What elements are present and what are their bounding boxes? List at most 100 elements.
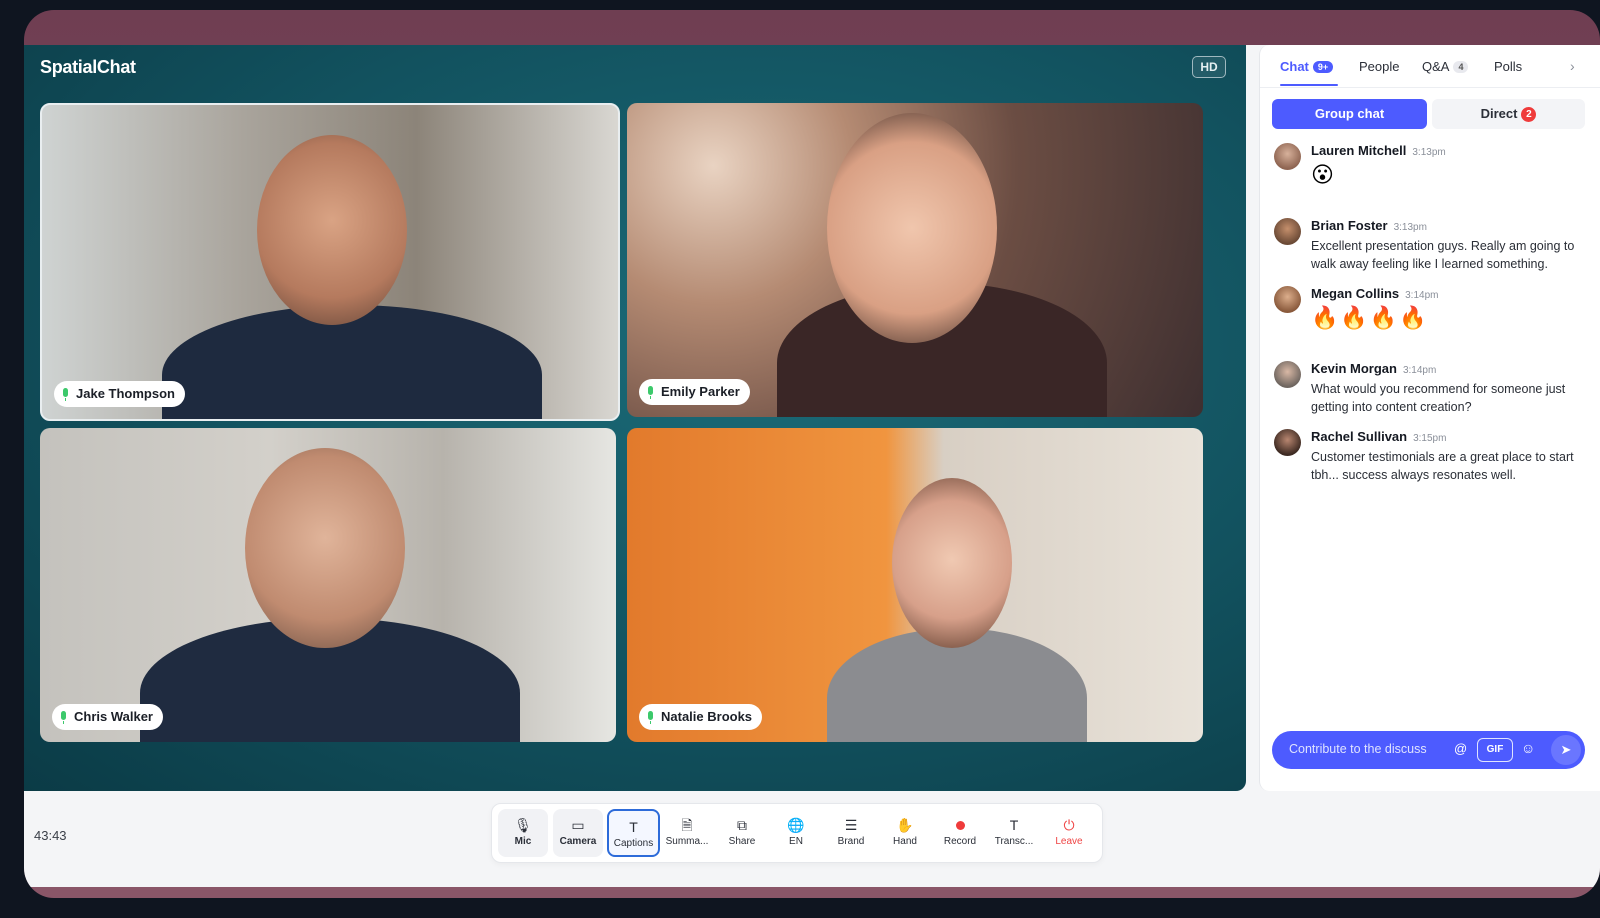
message-author: Megan Collins <box>1311 286 1400 301</box>
call-toolbar: 🎙 Mic ▭ Camera T Captions 🗎 Summa... ⧉ S… <box>491 803 1103 863</box>
message-author-row: Megan Collins 3:14pm <box>1311 286 1438 301</box>
transcript-button[interactable]: T Transc... <box>989 809 1039 857</box>
chat-unread-badge: 9+ <box>1312 61 1334 73</box>
camera-button[interactable]: ▭ Camera <box>553 809 603 857</box>
tab-label: Chat <box>1280 59 1309 74</box>
group-chat-button[interactable]: Group chat <box>1272 99 1427 129</box>
gif-button[interactable]: GIF <box>1477 738 1513 762</box>
tool-label: Captions <box>613 838 654 849</box>
share-button[interactable]: ⧉ Share <box>717 809 767 857</box>
tool-label: Camera <box>559 836 597 847</box>
tool-label: Share <box>728 836 756 847</box>
mic-on-icon <box>648 711 653 724</box>
message-author-row: Lauren Mitchell 3:13pm <box>1311 143 1446 158</box>
raise-hand-button[interactable]: ✋ Hand <box>880 809 930 857</box>
leave-button[interactable]: ⏻ Leave <box>1044 809 1094 857</box>
video-tile-emily[interactable]: Emily Parker <box>627 103 1203 417</box>
record-icon <box>935 817 985 833</box>
tool-label: Record <box>943 836 977 847</box>
avatar[interactable] <box>1274 286 1301 313</box>
call-timer: 43:43 <box>34 828 67 843</box>
emoji-icon[interactable]: ☺ <box>1521 740 1535 756</box>
participant-name-tag: Jake Thompson <box>54 381 185 407</box>
participant-face <box>892 478 1012 648</box>
language-button[interactable]: 🌐 EN <box>771 809 821 857</box>
send-icon[interactable]: ➤ <box>1551 735 1581 765</box>
hd-quality-button[interactable]: HD <box>1192 56 1226 78</box>
summary-button[interactable]: 🗎 Summa... <box>662 809 712 857</box>
message-text: What would you recommend for someone jus… <box>1311 382 1566 414</box>
tool-label: EN <box>789 836 803 847</box>
direct-chat-button[interactable]: Direct 2 <box>1432 99 1585 129</box>
sliders-icon: ☰ <box>844 817 858 833</box>
mic-on-icon <box>63 388 68 401</box>
participant-face <box>827 113 997 343</box>
message-text: Excellent presentation guys. Really am g… <box>1311 239 1575 271</box>
chevron-right-icon[interactable]: › <box>1570 58 1575 74</box>
message-composer[interactable]: Contribute to the discuss @ GIF ☺ ➤ <box>1272 731 1585 769</box>
message-text: Customer testimonials are a great place … <box>1311 450 1574 482</box>
avatar[interactable] <box>1274 429 1301 456</box>
tool-label: Mic <box>514 836 532 847</box>
mic-on-icon <box>61 711 66 724</box>
chat-sidebar: Chat 9+ People Q&A 4 Polls › Group chat Di… <box>1259 45 1600 791</box>
message-author: Kevin Morgan <box>1311 361 1397 376</box>
text-icon: T <box>1009 817 1019 833</box>
participant-name: Chris Walker <box>74 709 153 724</box>
message-emoji: 😮 <box>1311 162 1336 187</box>
tab-polls[interactable]: Polls <box>1494 59 1522 74</box>
sidebar-tabs: Chat 9+ People Q&A 4 Polls › <box>1260 45 1600 88</box>
avatar[interactable] <box>1274 143 1301 170</box>
video-stage: SpatialChat HD Jake Thompson Emily Parke… <box>24 45 1246 791</box>
message-author: Rachel Sullivan <box>1311 429 1408 444</box>
mention-button[interactable]: @ <box>1454 741 1467 756</box>
participant-face <box>257 135 407 325</box>
app-logo: SpatialChat <box>40 57 136 77</box>
participant-name: Natalie Brooks <box>661 709 753 724</box>
avatar[interactable] <box>1274 361 1301 388</box>
message-author: Brian Foster <box>1311 218 1388 233</box>
message-time: 3:13pm <box>1393 222 1427 233</box>
direct-label: Direct <box>1480 106 1518 121</box>
window-frame: SpatialChat HD Jake Thompson Emily Parke… <box>24 10 1600 898</box>
record-button[interactable]: Record <box>935 809 985 857</box>
participant-name-tag: Emily Parker <box>639 379 750 405</box>
document-icon: 🗎 <box>681 817 693 833</box>
avatar[interactable] <box>1274 218 1301 245</box>
brand-button[interactable]: ☰ Brand <box>826 809 876 857</box>
message-author-row: Kevin Morgan 3:14pm <box>1311 361 1436 376</box>
message-time: 3:14pm <box>1405 290 1439 301</box>
tool-label: Hand <box>893 836 917 847</box>
text-icon: T <box>629 819 638 835</box>
participant-name-tag: Chris Walker <box>52 704 163 730</box>
message-author: Lauren Mitchell <box>1311 143 1407 158</box>
video-tile-natalie[interactable]: Natalie Brooks <box>627 428 1203 742</box>
message-time: 3:15pm <box>1413 433 1447 444</box>
active-tab-indicator <box>1280 84 1338 86</box>
tool-label: Transc... <box>994 836 1034 847</box>
direct-unread-badge: 2 <box>1521 107 1537 122</box>
tab-qa[interactable]: Q&A 4 <box>1422 59 1469 74</box>
video-tile-jake[interactable]: Jake Thompson <box>40 103 620 421</box>
message-author-row: Rachel Sullivan 3:15pm <box>1311 429 1446 444</box>
chat-input[interactable]: Contribute to the discuss <box>1289 742 1427 756</box>
globe-icon: 🌐 <box>787 817 805 833</box>
captions-button[interactable]: T Captions <box>607 809 660 857</box>
mic-button[interactable]: 🎙 Mic <box>498 809 548 857</box>
participant-name: Jake Thompson <box>76 386 175 401</box>
tab-chat[interactable]: Chat 9+ <box>1280 59 1334 74</box>
power-icon: ⏻ <box>1063 817 1075 833</box>
microphone-icon: 🎙 <box>514 817 532 833</box>
participant-name-tag: Natalie Brooks <box>639 704 763 730</box>
participant-name: Emily Parker <box>661 384 740 399</box>
hand-icon: ✋ <box>896 817 914 833</box>
message-author-row: Brian Foster 3:13pm <box>1311 218 1427 233</box>
tool-label: Leave <box>1055 836 1083 847</box>
qa-count-badge: 4 <box>1453 61 1469 73</box>
video-tile-chris[interactable]: Chris Walker <box>40 428 616 742</box>
tool-label: Summa... <box>665 836 709 847</box>
tab-people[interactable]: People <box>1359 59 1399 74</box>
tool-label: Brand <box>837 836 865 847</box>
participant-silhouette <box>162 305 542 419</box>
app-window: SpatialChat HD Jake Thompson Emily Parke… <box>24 45 1600 887</box>
